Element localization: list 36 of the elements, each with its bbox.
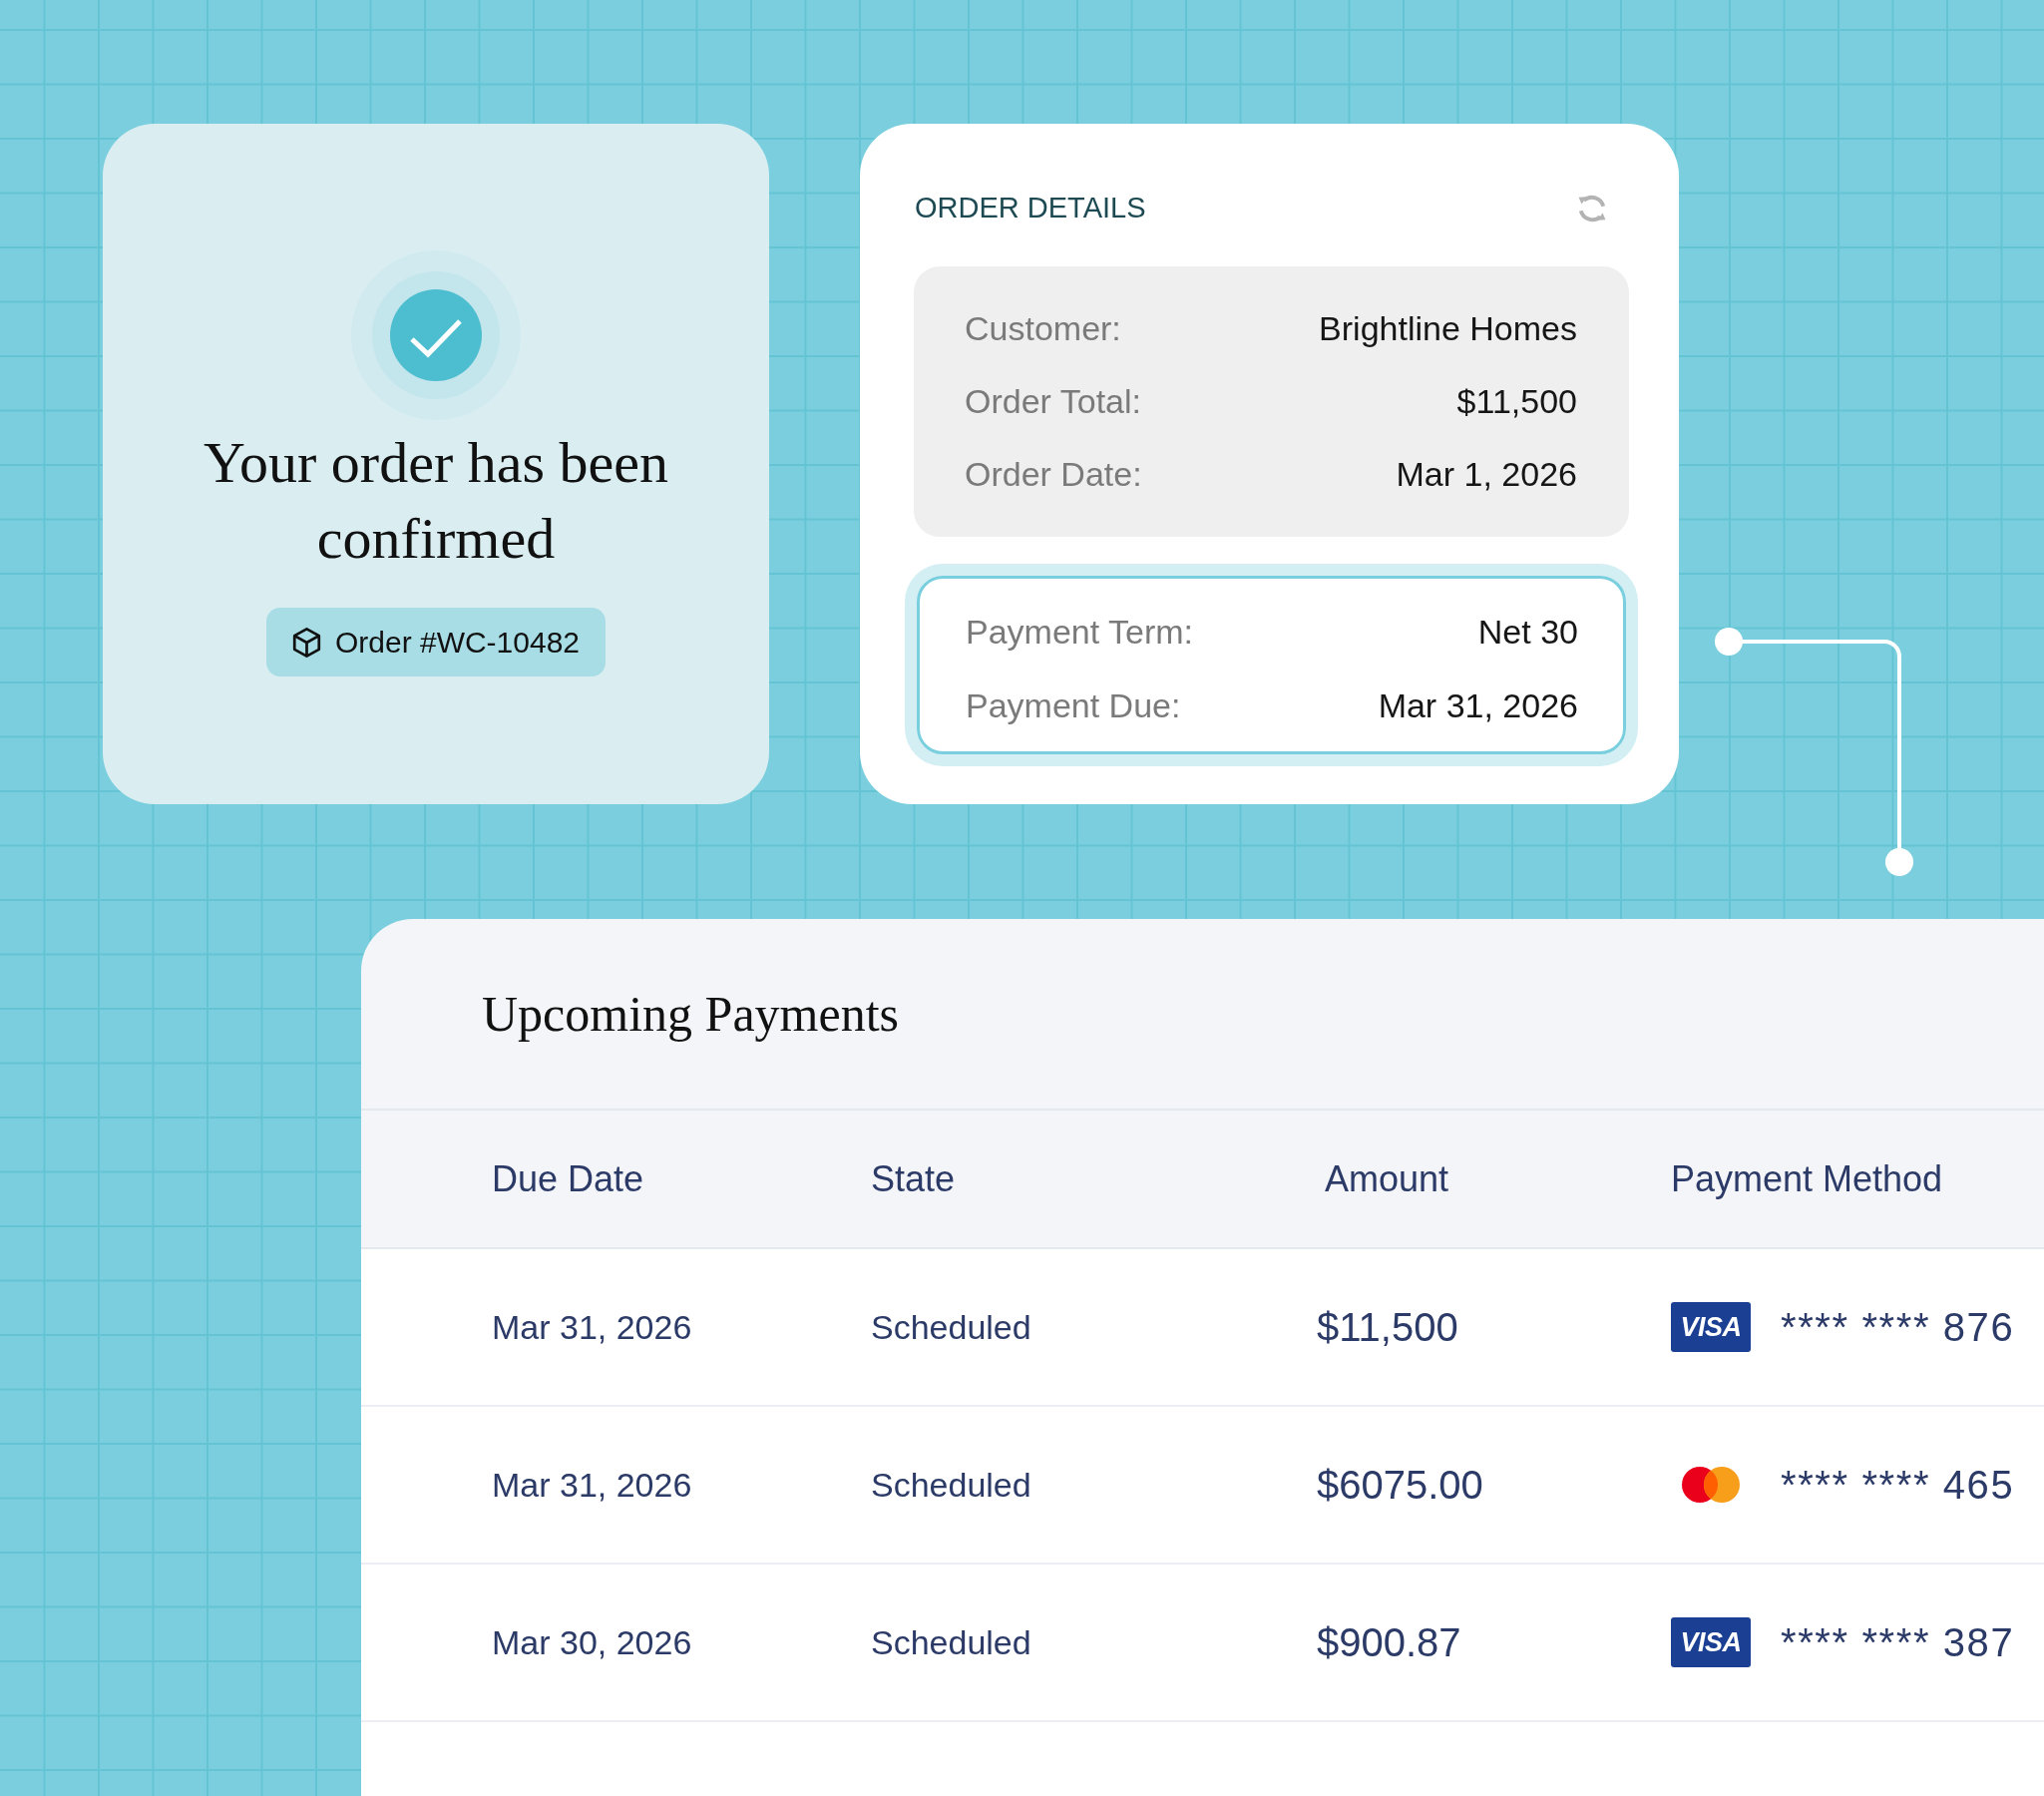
amount-text: $11,500 — [1317, 1305, 1458, 1349]
check-circle-icon — [351, 250, 521, 420]
detail-value: Brightline Homes — [1319, 308, 1577, 349]
due-date-text: Mar 31, 2026 — [492, 1307, 692, 1346]
column-header: State — [871, 1157, 956, 1199]
confirmation-title: Your order has been confirmed — [202, 429, 670, 573]
detail-label: Payment Due: — [966, 684, 1181, 726]
detail-label: Order Total: — [965, 381, 1141, 422]
detail-label: Order Date: — [965, 454, 1142, 495]
upcoming-payments-title: Upcoming Payments — [482, 984, 900, 1044]
detail-value: Mar 31, 2026 — [1378, 684, 1578, 726]
card-logo: VISA — [1671, 1617, 1751, 1667]
due-date-text: Mar 30, 2026 — [492, 1622, 692, 1661]
payment-state-text: Scheduled — [871, 1465, 1031, 1504]
card-circles-icon — [1682, 1467, 1740, 1503]
card-logo: VISA — [1671, 1302, 1751, 1352]
card-number-text: **** **** 387 — [1781, 1619, 2015, 1666]
column-header: Payment Method — [1671, 1157, 1943, 1199]
column-header: Due Date — [492, 1157, 644, 1199]
detail-value: Net 30 — [1477, 611, 1578, 653]
amount-text: $6075.00 — [1317, 1463, 1483, 1507]
payment-state-text: Scheduled — [871, 1307, 1031, 1346]
detail-value: $11,500 — [1456, 381, 1577, 422]
due-date-text: Mar 31, 2026 — [492, 1465, 692, 1504]
refresh-icon[interactable] — [1577, 194, 1607, 224]
detail-label: Payment Term: — [966, 611, 1193, 653]
card-number-text: **** **** 876 — [1781, 1304, 2015, 1351]
card-number-text: **** **** 465 — [1781, 1462, 2015, 1509]
payment-state-text: Scheduled — [871, 1622, 1031, 1661]
amount-text: $900.87 — [1317, 1620, 1461, 1664]
order-number-label: Order #WC-10482 — [334, 625, 581, 661]
column-header: Amount — [1325, 1157, 1449, 1199]
detail-value: Mar 1, 2026 — [1396, 454, 1577, 495]
detail-label: Customer: — [965, 308, 1121, 349]
order-details-title: ORDER DETAILS — [915, 191, 1146, 226]
cube-icon — [291, 627, 321, 658]
